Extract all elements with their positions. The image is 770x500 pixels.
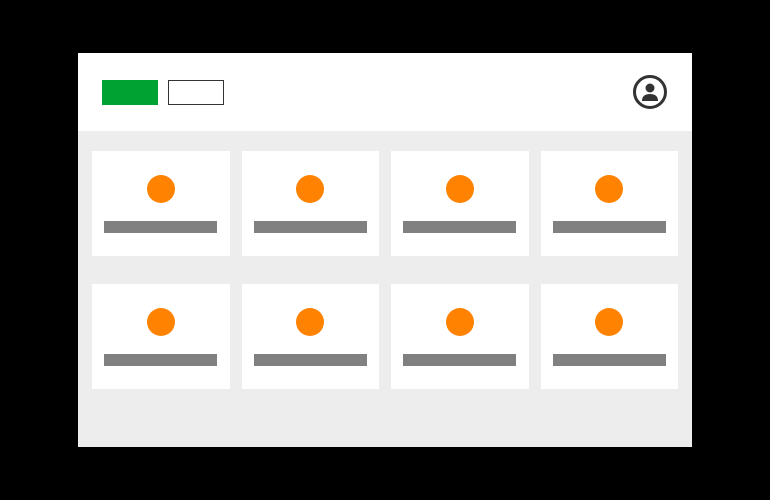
card-dot-icon xyxy=(595,308,623,336)
card-placeholder-bar xyxy=(403,221,516,233)
card-dot-icon xyxy=(296,308,324,336)
content-card[interactable] xyxy=(391,284,529,389)
card-placeholder-bar xyxy=(254,221,367,233)
card-row xyxy=(92,151,678,256)
content-card[interactable] xyxy=(391,151,529,256)
card-placeholder-bar xyxy=(104,354,217,366)
content-card[interactable] xyxy=(541,284,679,389)
card-dot-icon xyxy=(446,175,474,203)
content-card[interactable] xyxy=(242,151,380,256)
card-placeholder-bar xyxy=(403,354,516,366)
content-card[interactable] xyxy=(541,151,679,256)
tab-active[interactable] xyxy=(102,80,158,105)
content-area xyxy=(78,131,692,447)
card-row xyxy=(92,284,678,389)
content-card[interactable] xyxy=(92,284,230,389)
card-dot-icon xyxy=(147,175,175,203)
card-placeholder-bar xyxy=(553,354,666,366)
card-dot-icon xyxy=(446,308,474,336)
card-placeholder-bar xyxy=(254,354,367,366)
header xyxy=(78,53,692,131)
card-placeholder-bar xyxy=(104,221,217,233)
card-dot-icon xyxy=(296,175,324,203)
content-card[interactable] xyxy=(242,284,380,389)
header-tabs xyxy=(102,80,224,105)
card-dot-icon xyxy=(595,175,623,203)
content-card[interactable] xyxy=(92,151,230,256)
card-dot-icon xyxy=(147,308,175,336)
user-icon[interactable] xyxy=(632,74,668,110)
tab-inactive[interactable] xyxy=(168,80,224,105)
app-window xyxy=(78,53,692,447)
card-placeholder-bar xyxy=(553,221,666,233)
